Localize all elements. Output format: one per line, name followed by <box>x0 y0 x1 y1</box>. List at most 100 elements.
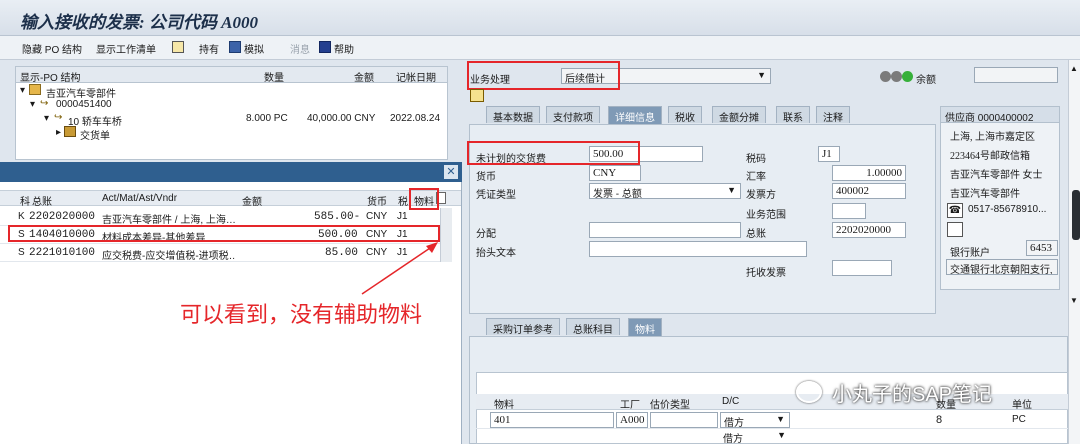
chevron-down-icon[interactable]: ▼ <box>776 414 785 424</box>
header-text-field[interactable] <box>589 241 807 257</box>
tab-payment[interactable]: 支付款项 <box>546 106 600 124</box>
row-currency: CNY <box>366 211 388 222</box>
highlight-transaction-box <box>467 61 620 90</box>
tab-po-reference[interactable]: 采购订单参考 <box>486 318 560 336</box>
main-scrollbar[interactable]: ▲ ▼ <box>1068 60 1080 444</box>
simulate-icon[interactable] <box>229 41 241 53</box>
status-lights-icon <box>880 71 913 82</box>
po-tree-header: 显示-PO 结构 数量 金额 记帐日期 <box>16 67 447 84</box>
hide-po-button[interactable]: 隐藏 PO 结构 <box>22 41 82 56</box>
currency-field[interactable]: CNY <box>589 165 641 181</box>
collapse-icon[interactable]: ▾ <box>20 85 25 96</box>
bank-name-field: 交通银行北京朝阳支行, <box>946 259 1058 275</box>
exchange-rate-field[interactable]: 1.00000 <box>832 165 906 181</box>
close-icon[interactable]: ✕ <box>444 165 458 179</box>
expand-icon[interactable]: ▸ <box>56 127 61 138</box>
tab-tax[interactable]: 税收 <box>668 106 702 124</box>
tab-gl-account[interactable]: 总账科目 <box>566 318 620 336</box>
assignment-field[interactable] <box>589 222 741 238</box>
col-currency: 货币 <box>367 197 387 208</box>
po-doc-icon: ↪ <box>40 98 49 109</box>
watermark-text: 小丸子的SAP笔记 <box>832 384 993 406</box>
window-titlebar: 输入接收的发票: 公司代码 A000 <box>0 0 1080 36</box>
annotation-arrow <box>361 242 438 295</box>
tree-row-po[interactable]: ▾ ↪ 0000451400 <box>16 98 447 112</box>
document-type-select[interactable]: 发票 - 总额 ▼ <box>589 183 741 199</box>
business-area-field[interactable] <box>832 203 866 219</box>
material-field[interactable]: 401 <box>490 412 614 428</box>
collection-invoice-field[interactable] <box>832 260 892 276</box>
annotation-text: 可以看到，没有辅助物料 <box>180 302 423 327</box>
collapse-icon[interactable]: ▾ <box>30 99 35 110</box>
gl-account-field[interactable]: 2202020000 <box>832 222 906 238</box>
tree-row-item[interactable]: ▾ ↪ 10 轿车车桥 8.000 PC 40,000.00 CNY 2022.… <box>16 112 447 128</box>
col-valuation-type: 估价类型 <box>650 400 690 411</box>
row-amount: 585.00- <box>314 211 361 223</box>
tree-row-vendor[interactable]: ▾ 吉亚汽车零部件 <box>16 84 447 100</box>
application-toolbar: 隐藏 PO 结构 显示工作清单 持有 模拟 消息 帮助 <box>0 36 1080 60</box>
help-button[interactable]: 帮助 <box>334 41 354 56</box>
tree-label: 0000451400 <box>56 99 112 110</box>
edit-icon[interactable] <box>470 89 484 102</box>
po-tree-col-structure: 显示-PO 结构 <box>20 73 81 84</box>
table-row[interactable]: 借方 ▼ <box>476 429 1068 444</box>
debit-credit-select[interactable]: 借方 ▼ <box>720 429 790 444</box>
tree-amount: 40,000.00 CNY <box>307 113 376 124</box>
tab-contact[interactable]: 联系 <box>776 106 810 124</box>
tab-basic-data[interactable]: 基本数据 <box>486 106 540 124</box>
messages-button[interactable]: 消息 <box>290 41 310 56</box>
scroll-up-icon[interactable]: ▲ <box>1070 64 1078 73</box>
highlight-material-col-box <box>409 188 439 210</box>
layout-icon[interactable] <box>172 41 184 53</box>
row-flag: K <box>18 211 25 222</box>
col-desc: Act/Mat/Ast/Vndr <box>102 193 178 204</box>
balance-field <box>974 67 1058 83</box>
tree-row-delivery[interactable]: ▸ 交货单 <box>16 126 447 142</box>
popup-titlebar: ✕ <box>0 162 462 182</box>
side-handle[interactable] <box>1072 190 1080 240</box>
chevron-down-icon[interactable]: ▼ <box>777 430 786 440</box>
show-worklist-button[interactable]: 显示工作清单 <box>96 41 156 56</box>
col-tax: 税 <box>398 197 408 208</box>
chevron-down-icon[interactable]: ▼ <box>757 70 766 80</box>
tree-label: 交货单 <box>80 131 110 142</box>
exchange-rate-label: 汇率 <box>746 172 766 183</box>
tree-qty: 8.000 PC <box>246 113 288 124</box>
col-gl: 总账 <box>32 197 52 208</box>
tab-amount-split[interactable]: 金额分摊 <box>712 106 766 124</box>
tax-code-label: 税码 <box>746 154 766 165</box>
vendor-name1: 吉亚汽车零部件 女士 <box>950 170 1043 181</box>
collapse-icon[interactable]: ▾ <box>44 113 49 124</box>
table-row[interactable]: K 2202020000 吉亚汽车零部件 / 上海, 上海… 585.00- C… <box>0 208 440 226</box>
plant-field[interactable]: A000 <box>616 412 648 428</box>
col-dc: D/C <box>722 396 740 407</box>
table-row[interactable]: 401 A000 借方 ▼ 8 PC <box>476 411 1068 429</box>
bank-account-field: 6453 <box>1026 240 1058 256</box>
debit-credit-select[interactable]: 借方 ▼ <box>720 412 790 428</box>
help-icon[interactable] <box>319 41 331 53</box>
debit-credit-value: 借方 <box>724 418 744 428</box>
chevron-down-icon[interactable]: ▼ <box>727 185 736 195</box>
po-item-icon: ↪ <box>54 112 63 123</box>
col-unit: 单位 <box>1012 400 1032 411</box>
row-gl: 2221010100 <box>29 247 96 259</box>
balance-label: 余额 <box>916 75 936 86</box>
phone-icon[interactable]: ☎ <box>947 203 963 218</box>
col-flag: 科 <box>20 197 30 208</box>
hold-button[interactable]: 持有 <box>199 41 219 56</box>
po-tree-col-amount: 金额 <box>354 73 374 84</box>
tab-notes[interactable]: 注释 <box>816 106 850 124</box>
popup-grid-header: 科 总账 Act/Mat/Ast/Vndr 金额 货币 税 物料 <box>0 190 461 208</box>
tab-details[interactable]: 详细信息 <box>608 106 662 124</box>
simulate-button[interactable]: 模拟 <box>244 41 264 56</box>
tab-material[interactable]: 物料 <box>628 318 662 336</box>
valuation-type-field[interactable] <box>650 412 718 428</box>
gl-account-label: 总账 <box>746 229 766 240</box>
tree-date: 2022.08.24 <box>390 113 441 124</box>
tax-code-field[interactable]: J1 <box>818 146 840 162</box>
fax-icon[interactable] <box>947 222 963 237</box>
invoicing-party-field[interactable]: 400002 <box>832 183 906 199</box>
scroll-down-icon[interactable]: ▼ <box>1070 296 1078 305</box>
vendor-title: 供应商 0000400002 <box>941 107 1059 124</box>
unit-value: PC <box>1012 414 1026 425</box>
